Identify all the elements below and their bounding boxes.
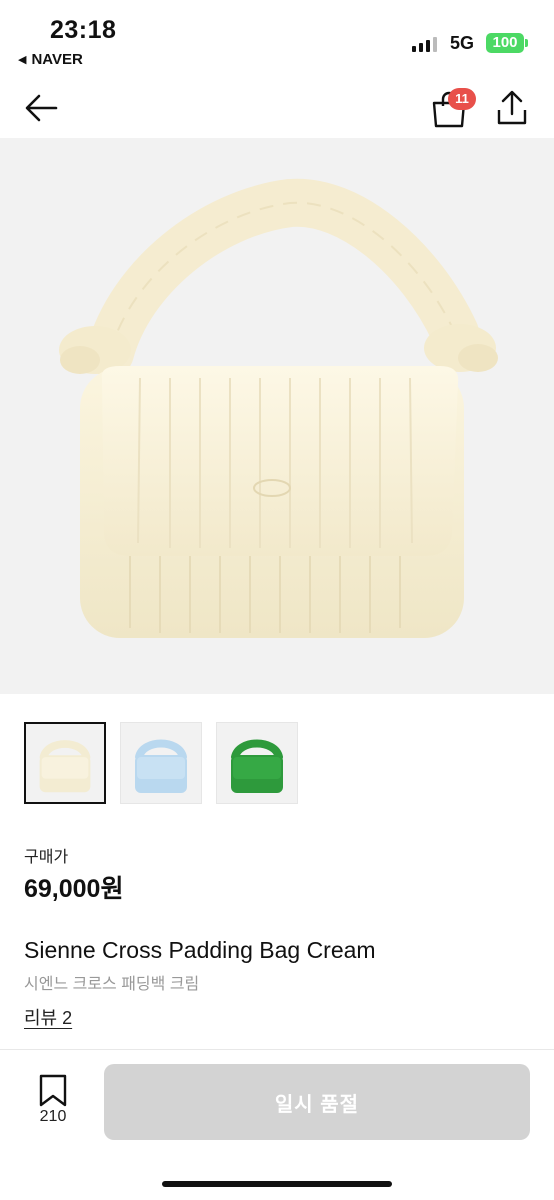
- sold-out-button[interactable]: 일시 품절: [104, 1064, 530, 1140]
- review-link[interactable]: 리뷰 2: [24, 1004, 72, 1030]
- status-time: 23:18: [50, 16, 117, 44]
- thumbnail-gallery: [24, 722, 298, 804]
- thumbnail-bag-image: [231, 739, 283, 793]
- battery-icon: 100: [486, 33, 528, 53]
- thumbnail-bag-image: [135, 739, 187, 793]
- nav-bar: [0, 80, 554, 138]
- price-value: 69,000원: [24, 875, 124, 903]
- divider: [0, 1049, 554, 1050]
- thumbnail-bag-image: [39, 740, 91, 793]
- share-icon[interactable]: [494, 88, 530, 128]
- back-triangle-icon: ◀: [18, 54, 27, 66]
- network-type: 5G: [450, 33, 475, 53]
- product-name-ko: 시엔느 크로스 패딩백 크림: [24, 976, 200, 993]
- product-image[interactable]: [0, 138, 554, 694]
- home-indicator: [162, 1181, 392, 1187]
- padded-bag-illustration: [59, 178, 498, 638]
- cellular-signal-icon: [412, 36, 437, 52]
- cart-count-badge: 11: [448, 88, 476, 110]
- thumbnail-cream[interactable]: [24, 722, 106, 804]
- back-to-app-link[interactable]: ◀ NAVER: [18, 51, 83, 68]
- bookmark-count: 210: [39, 1108, 67, 1125]
- battery-level: 100: [492, 34, 518, 51]
- bookmark-icon: [39, 1074, 67, 1107]
- thumbnail-green[interactable]: [216, 722, 298, 804]
- back-app-label: NAVER: [31, 51, 83, 68]
- thumbnail-blue[interactable]: [120, 722, 202, 804]
- price-label: 구매가: [24, 849, 69, 866]
- product-name-en: Sienne Cross Padding Bag Cream: [24, 937, 376, 963]
- status-bar: 23:18 ◀ NAVER 5G 100: [0, 0, 554, 80]
- back-arrow-icon[interactable]: [22, 88, 62, 128]
